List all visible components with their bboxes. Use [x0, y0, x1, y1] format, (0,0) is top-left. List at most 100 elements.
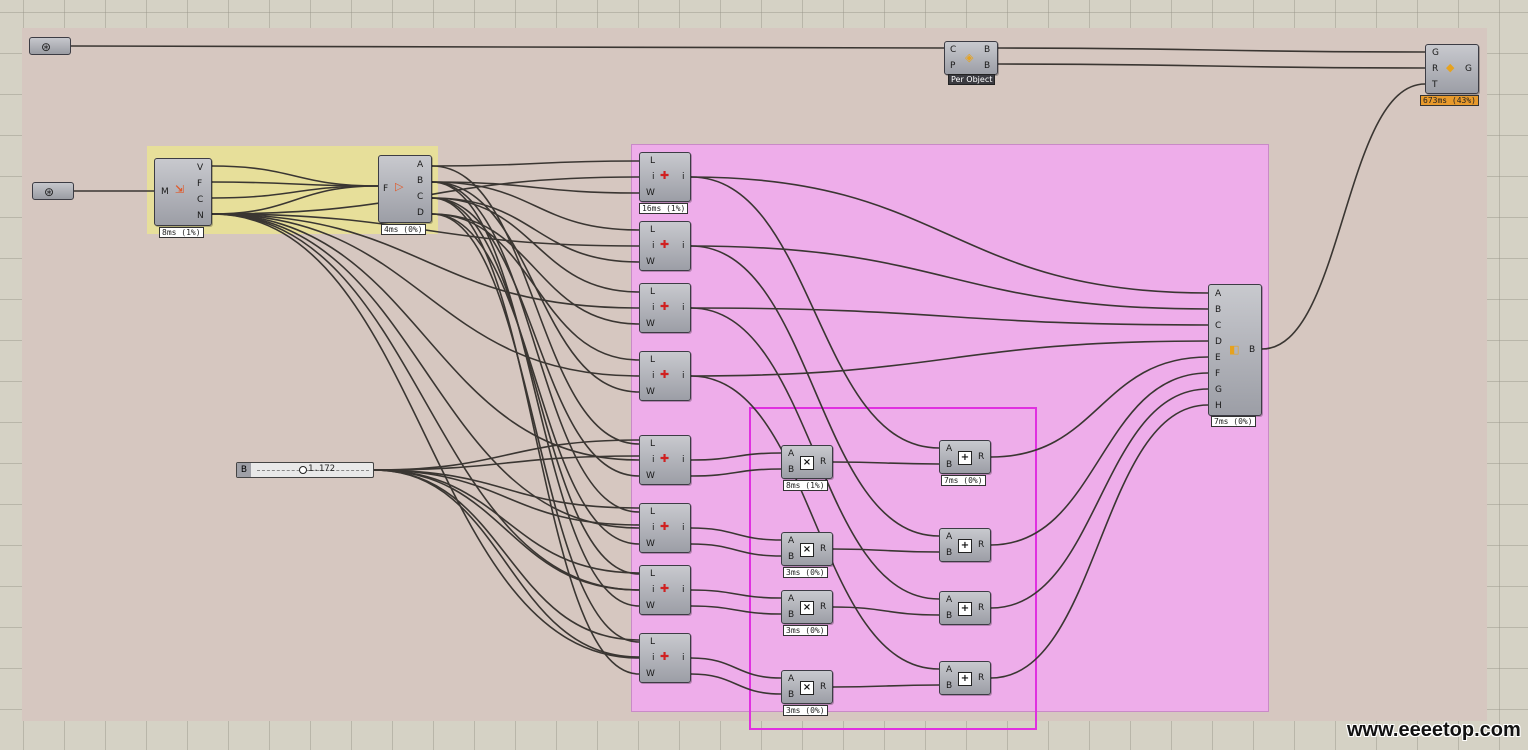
output-label: R	[820, 682, 827, 692]
input-label: A	[946, 595, 953, 605]
input-label: W	[646, 188, 655, 198]
input-label: A	[788, 536, 795, 546]
timing-badge: 8ms (1%)	[159, 227, 204, 238]
output-label: i	[682, 241, 685, 251]
custom-preview-component[interactable]: C P ◈ B B	[944, 41, 998, 75]
per-object-label: Per Object	[948, 74, 996, 85]
lerp-component[interactable]: Li W ✚ i	[639, 152, 691, 202]
wire	[990, 372, 1209, 546]
wire	[373, 469, 640, 526]
slider-knob[interactable]	[299, 466, 307, 474]
wire	[690, 176, 940, 449]
output-label: i	[682, 523, 685, 533]
wire	[373, 469, 640, 574]
lerp-component[interactable]: Li W ✚ i	[639, 283, 691, 333]
input-label: L	[650, 156, 656, 166]
wire	[990, 404, 1209, 679]
output-label: i	[682, 371, 685, 381]
wire	[690, 527, 782, 541]
multiplication-component[interactable]: A B × R	[781, 532, 833, 566]
multiply-icon: ×	[800, 681, 814, 695]
output-label: C	[417, 192, 424, 202]
input-label: i	[652, 455, 655, 465]
multiply-icon: ×	[800, 456, 814, 470]
timing-badge: 4ms (0%)	[381, 224, 426, 235]
multiplication-component[interactable]: A B × R	[781, 590, 833, 624]
watermark: www.eeeetop.com	[1347, 719, 1521, 741]
lerp-icon: ✚	[660, 520, 670, 533]
input-label: W	[646, 319, 655, 329]
grasshopper-canvas[interactable]: ⊛ ⊛ M ⇲ V F C N 8ms (1%) F ▷ A B C D 4ms…	[0, 0, 1528, 750]
output-label: B	[1249, 345, 1256, 355]
multiplication-component[interactable]: A B × R	[781, 670, 833, 704]
input-label: F	[1215, 369, 1221, 379]
wire	[211, 185, 379, 215]
lerp-component[interactable]: Li W ✚ i	[639, 633, 691, 683]
output-label: N	[197, 211, 204, 221]
brep-param-icon: ⊛	[44, 185, 55, 199]
wire	[832, 606, 940, 616]
wire	[690, 245, 1209, 310]
addition-component[interactable]: A B + R	[939, 440, 991, 474]
number-slider[interactable]: B 1.172	[236, 462, 374, 478]
input-label: i	[652, 653, 655, 663]
addition-component[interactable]: A B + R	[939, 528, 991, 562]
output-label: G	[1465, 64, 1472, 74]
input-label: W	[646, 539, 655, 549]
input-label: D	[1215, 337, 1222, 347]
input-label: A	[946, 532, 953, 542]
deconstruct-mesh-icon: ⇲	[175, 183, 185, 196]
input-label: L	[650, 507, 656, 517]
wire	[211, 213, 640, 377]
addition-component[interactable]: A B + R	[939, 591, 991, 625]
timing-badge: 7ms (0%)	[941, 475, 986, 486]
merge-component[interactable]: A B C D E F G H ◧ B	[1208, 284, 1262, 416]
input-label: L	[650, 569, 656, 579]
lerp-icon: ✚	[660, 300, 670, 313]
wire	[431, 213, 640, 643]
wire	[431, 181, 640, 513]
wire	[373, 439, 640, 471]
multiplication-component[interactable]: A B × R	[781, 445, 833, 479]
wire	[990, 388, 1209, 609]
custom-preview-icon: ◈	[965, 51, 974, 64]
deconstruct-mesh-component[interactable]: M ⇲ V F C N	[154, 158, 212, 226]
lerp-icon: ✚	[660, 582, 670, 595]
timing-badge: 3ms (0%)	[783, 567, 828, 578]
output-label: i	[682, 585, 685, 595]
output-label: F	[197, 179, 203, 189]
lerp-component[interactable]: Li W ✚ i	[639, 565, 691, 615]
list-item-icon: ▷	[395, 180, 404, 193]
list-item-component[interactable]: F ▷ A B C D	[378, 155, 432, 223]
output-label: R	[978, 603, 985, 613]
output-label: i	[682, 455, 685, 465]
brep-param[interactable]: ⊛	[32, 182, 74, 200]
input-label: E	[1215, 353, 1221, 363]
lerp-icon: ✚	[660, 650, 670, 663]
output-label: R	[978, 673, 985, 683]
wire	[70, 45, 945, 49]
merge-icon: ◧	[1229, 343, 1240, 356]
lerp-component[interactable]: Li W ✚ i	[639, 221, 691, 271]
wire	[990, 356, 1209, 458]
lerp-component[interactable]: Li W ✚ i	[639, 503, 691, 553]
lerp-component[interactable]: Li W ✚ i	[639, 351, 691, 401]
wire	[832, 548, 940, 553]
mesh-param[interactable]: ⊛	[29, 37, 71, 55]
lerp-component[interactable]: Li W ✚ i	[639, 435, 691, 485]
input-label: W	[646, 601, 655, 611]
lerp-icon: ✚	[660, 452, 670, 465]
input-label: A	[1215, 289, 1222, 299]
add-icon: +	[958, 451, 972, 465]
input-label: T	[1432, 80, 1438, 90]
wire	[211, 181, 379, 187]
output-label: i	[682, 172, 685, 182]
geometry-component[interactable]: G R T ◆ G	[1425, 44, 1479, 94]
wire	[211, 165, 379, 187]
addition-component[interactable]: A B + R	[939, 661, 991, 695]
input-label: i	[652, 172, 655, 182]
wire	[832, 684, 940, 688]
wire	[431, 197, 640, 575]
timing-badge: 16ms (1%)	[639, 203, 689, 214]
input-label: A	[788, 594, 795, 604]
